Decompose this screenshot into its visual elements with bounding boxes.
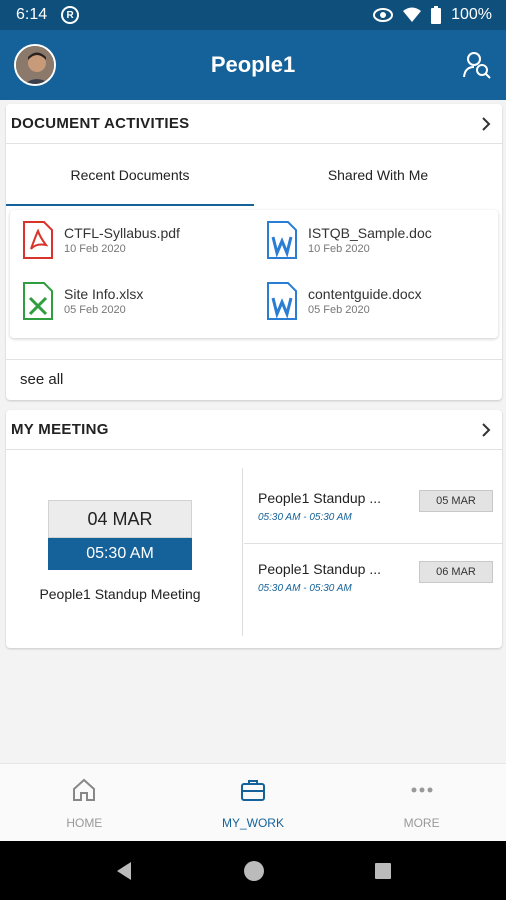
- recent-documents-list: CTFL-Syllabus.pdf 10 Feb 2020 ISTQB_Samp…: [10, 210, 498, 338]
- excel-file-icon: [23, 282, 53, 320]
- home-icon: [73, 778, 96, 801]
- document-activities-card: DOCUMENT ACTIVITIES Recent Documents Sha…: [6, 104, 502, 400]
- document-date: 10 Feb 2020: [308, 243, 370, 255]
- word-file-icon: [267, 282, 297, 320]
- document-item[interactable]: Site Info.xlsx 05 Feb 2020: [10, 279, 240, 323]
- system-navigation-bar: [0, 841, 506, 900]
- tab-shared-with-me[interactable]: Shared With Me: [254, 144, 502, 206]
- nav-home[interactable]: HOME: [0, 764, 169, 841]
- my-meeting-card: MY MEETING 04 MAR 05:30 AM People1 Stand…: [6, 410, 502, 648]
- document-name: Site Info.xlsx: [64, 286, 144, 302]
- featured-meeting-title[interactable]: People1 Standup Meeting: [6, 586, 234, 602]
- chevron-right-icon[interactable]: [475, 419, 497, 441]
- bottom-navigation: HOME MY_WORK MORE: [0, 763, 506, 841]
- document-tabs: Recent Documents Shared With Me: [6, 144, 502, 206]
- meeting-body: 04 MAR 05:30 AM People1 Standup Meeting …: [6, 450, 502, 648]
- pdf-file-icon: [23, 221, 53, 259]
- meeting-time: 05:30 AM: [48, 538, 192, 570]
- meeting-list-item[interactable]: People1 Standup ... 05:30 AM - 05:30 AM …: [244, 474, 502, 544]
- divider: [242, 468, 243, 636]
- more-dots-icon: [411, 787, 433, 793]
- tab-recent-documents[interactable]: Recent Documents: [6, 144, 254, 206]
- meeting-date: 04 MAR: [48, 500, 192, 538]
- app-bar: People1: [0, 30, 506, 100]
- document-activities-title: DOCUMENT ACTIVITIES: [11, 115, 190, 132]
- battery-percent: 100%: [451, 6, 492, 23]
- meeting-list-item[interactable]: People1 Standup ... 05:30 AM - 05:30 AM …: [244, 545, 502, 615]
- wifi-icon: [403, 7, 422, 22]
- notification-icon: R: [61, 6, 80, 24]
- see-all-link[interactable]: see all: [6, 359, 502, 399]
- document-item[interactable]: CTFL-Syllabus.pdf 10 Feb 2020: [10, 218, 240, 262]
- document-name: contentguide.docx: [308, 286, 422, 302]
- document-name: ISTQB_Sample.doc: [308, 225, 432, 241]
- meeting-date-badge: 06 MAR: [419, 561, 493, 583]
- status-bar: 6:14 R 100%: [0, 0, 506, 30]
- document-item[interactable]: ISTQB_Sample.doc 10 Feb 2020: [254, 218, 484, 262]
- avatar-image: [16, 46, 54, 84]
- word-file-icon: [267, 221, 297, 259]
- status-time: 6:14: [16, 6, 48, 23]
- my-meeting-title: MY MEETING: [11, 421, 109, 438]
- document-item[interactable]: contentguide.docx 05 Feb 2020: [254, 279, 484, 323]
- nav-my-work[interactable]: MY_WORK: [169, 764, 338, 841]
- meeting-title: People1 Standup ...: [258, 561, 381, 577]
- document-date: 10 Feb 2020: [64, 243, 126, 255]
- avatar[interactable]: [14, 44, 56, 86]
- meeting-date-badge: 05 MAR: [419, 490, 493, 512]
- recents-icon[interactable]: [373, 861, 393, 881]
- user-search-icon[interactable]: [462, 50, 492, 80]
- chevron-right-icon[interactable]: [475, 113, 497, 135]
- meeting-time-range: 05:30 AM - 05:30 AM: [258, 583, 352, 594]
- my-meeting-header[interactable]: MY MEETING: [6, 410, 502, 450]
- document-activities-header[interactable]: DOCUMENT ACTIVITIES: [6, 104, 502, 144]
- nav-more[interactable]: MORE: [337, 764, 506, 841]
- eye-icon: [373, 8, 394, 22]
- nav-label: HOME: [66, 816, 103, 830]
- nav-label: MY_WORK: [221, 816, 284, 830]
- back-icon[interactable]: [113, 860, 135, 882]
- briefcase-icon: [240, 780, 265, 801]
- app-title: People1: [210, 52, 296, 77]
- document-date: 05 Feb 2020: [64, 304, 126, 316]
- nav-label: MORE: [403, 816, 440, 830]
- meeting-title: People1 Standup ...: [258, 490, 381, 506]
- meeting-time-range: 05:30 AM - 05:30 AM: [258, 512, 352, 523]
- home-button-icon[interactable]: [242, 859, 266, 883]
- battery-icon: [431, 6, 442, 24]
- document-name: CTFL-Syllabus.pdf: [64, 225, 180, 241]
- document-date: 05 Feb 2020: [308, 304, 370, 316]
- featured-meeting-date[interactable]: 04 MAR 05:30 AM: [48, 500, 192, 570]
